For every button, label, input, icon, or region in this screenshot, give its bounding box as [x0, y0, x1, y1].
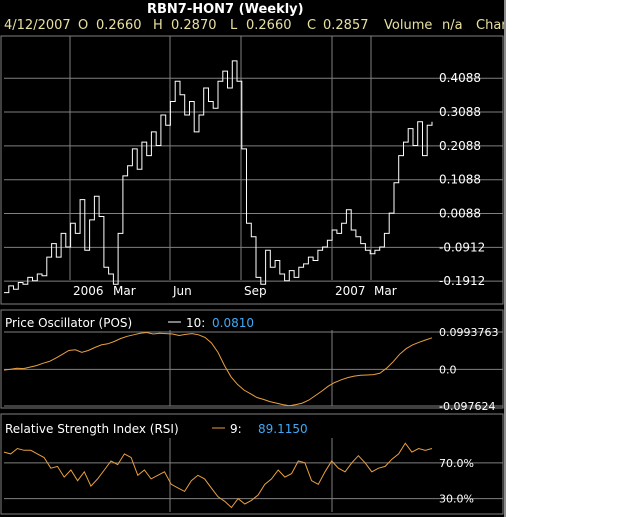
rsi-param: 9: — [230, 422, 242, 436]
x-tick-label: Jun — [172, 284, 192, 298]
chart-window: RBN7-HON7 (Weekly) 4/12/2007 O 0.2660 H … — [0, 0, 506, 517]
y-tick-label: 0.4088 — [439, 71, 481, 85]
y-tick-label: -0.1912 — [439, 274, 485, 288]
x-tick-label: Sep — [244, 284, 267, 298]
price-series — [4, 60, 433, 294]
x-tick-label: 2006 — [73, 284, 104, 298]
chart-canvas: RBN7-HON7 (Weekly) 4/12/2007 O 0.2660 H … — [0, 2, 506, 515]
rsi-current-value: 89.1150 — [258, 422, 308, 436]
y-tick-label: 30.0% — [439, 493, 474, 506]
open-label: O — [78, 18, 88, 33]
price-y-axis: 0.4088 0.3088 0.2088 0.1088 0.0088 -0.0912 -0.… — [439, 71, 485, 288]
y-tick-label: 0.3088 — [439, 105, 481, 119]
close-value: 0.2857 — [323, 18, 369, 33]
rsi-y-axis: 70.0% 30.0% — [439, 457, 474, 506]
oscillator-current-value: 0.0810 — [212, 316, 254, 330]
header-trailing: Char — [476, 18, 506, 33]
close-label: C — [307, 18, 316, 33]
price-grid — [4, 36, 503, 282]
rsi-title: Relative Strength Index (RSI) — [5, 422, 179, 436]
volume-label: Volume — [384, 18, 432, 33]
high-label: H — [153, 18, 163, 33]
oscillator-title: Price Oscillator (POS) — [5, 316, 132, 330]
volume-value: n/a — [442, 18, 463, 33]
price-line — [4, 60, 433, 294]
y-tick-label: 0.2088 — [439, 139, 481, 153]
open-value: 0.2660 — [96, 18, 142, 33]
rsi-series — [3, 442, 433, 509]
x-tick-label: Mar — [113, 284, 136, 298]
x-tick-label: Mar — [374, 284, 397, 298]
y-tick-label: 0.0088 — [439, 207, 481, 221]
y-tick-label: 0.0 — [439, 363, 457, 376]
oscillator-param: 10: — [186, 316, 205, 330]
oscillator-grid — [4, 330, 503, 407]
quote-date: 4/12/2007 — [4, 18, 71, 33]
y-tick-label: -0.097624 — [439, 400, 495, 413]
rsi-line — [3, 442, 433, 509]
x-tick-label: 2007 — [335, 284, 366, 298]
low-label: L — [230, 18, 238, 33]
chart-title: RBN7-HON7 (Weekly) — [147, 2, 304, 17]
price-x-axis: 2006 Mar Jun Sep 2007 Mar — [73, 284, 397, 298]
y-tick-label: -0.0912 — [439, 240, 485, 254]
y-tick-label: 0.0993763 — [439, 326, 499, 339]
low-value: 0.2660 — [246, 18, 292, 33]
high-value: 0.2870 — [171, 18, 217, 33]
price-panel — [0, 35, 504, 305]
y-tick-label: 0.1088 — [439, 173, 481, 187]
y-tick-label: 70.0% — [439, 457, 474, 470]
